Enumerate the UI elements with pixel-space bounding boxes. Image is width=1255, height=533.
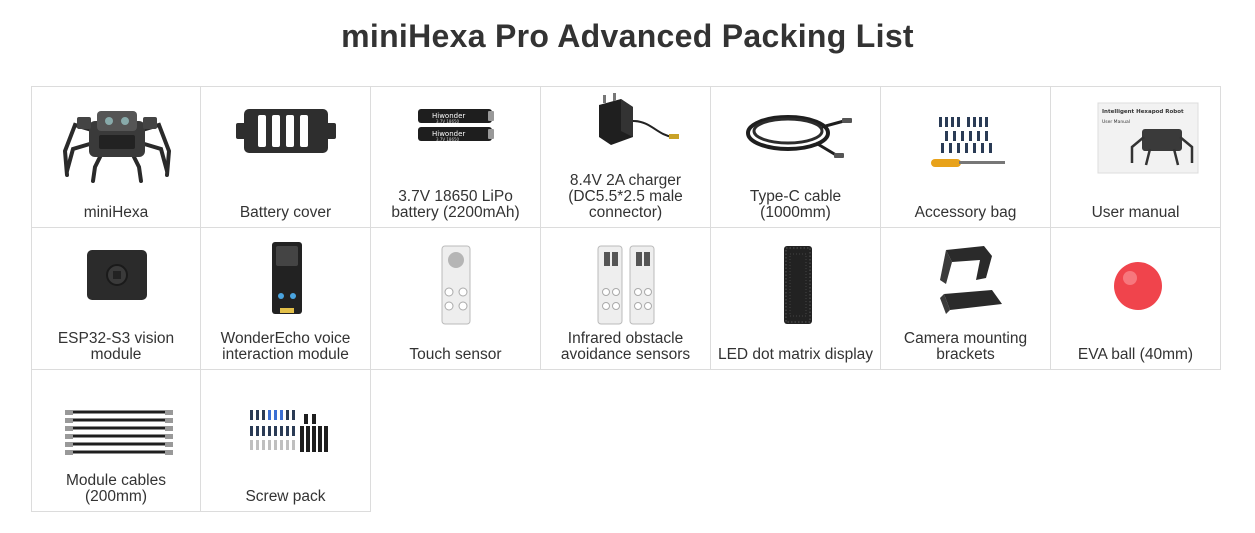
module-cables-icon: [65, 410, 173, 455]
item-label: Accessory bag: [914, 204, 1017, 221]
item-minihexa: miniHexa: [31, 86, 201, 228]
vision-module-icon: [87, 250, 147, 300]
item-touch-sensor: Touch sensor: [371, 228, 541, 370]
user-manual-icon: Intelligent Hexapod Robot User Manual: [1097, 102, 1199, 174]
touch-sensor-icon: [441, 245, 471, 325]
item-label: Camera mounting brackets: [903, 330, 1028, 363]
item-charger: 8.4V 2A charger (DC5.5*2.5 male connecto…: [541, 86, 711, 228]
item-label: WonderEcho voice interaction module: [220, 330, 351, 363]
item-label: miniHexa: [83, 204, 149, 221]
item-screw-pack: Screw pack: [201, 370, 371, 512]
camera-bracket-icon: [940, 246, 1002, 314]
accessory-bag-icon: [931, 117, 1005, 167]
item-battery-cover: Battery cover: [201, 86, 371, 228]
screw-pack-icon: [250, 410, 328, 452]
item-label: Touch sensor: [409, 346, 502, 363]
item-label: 3.7V 18650 LiPo battery (2200mAh): [391, 188, 520, 221]
battery-cover-icon: [236, 109, 336, 153]
infrared-sensor-icon: [597, 245, 655, 325]
item-label: 8.4V 2A charger (DC5.5*2.5 male connecto…: [568, 172, 683, 221]
battery-spec: 3.7V 18650: [436, 119, 460, 124]
voice-module-icon: [272, 242, 302, 314]
packing-list-grid: miniHexa Battery cover Hiwonder Hiwonder…: [31, 86, 1223, 514]
battery-cells-icon: Hiwonder Hiwonder 3.7V 18650 3.7V 18650: [418, 109, 494, 142]
item-label: LED dot matrix display: [717, 346, 874, 363]
item-user-manual: Intelligent Hexapod Robot User Manual Us…: [1051, 86, 1221, 228]
item-type-c-cable: Type-C cable (1000mm): [711, 86, 881, 228]
item-label: EVA ball (40mm): [1077, 346, 1194, 363]
item-infrared-sensors: Infrared obstacle avoidance sensors: [541, 228, 711, 370]
item-module-cables: Module cables (200mm): [31, 370, 201, 512]
manual-cover-subtitle: User Manual: [1102, 119, 1130, 125]
item-esp32-vision: ESP32-S3 vision module: [31, 228, 201, 370]
item-label: Battery cover: [239, 204, 332, 221]
item-label: User manual: [1091, 204, 1180, 221]
type-c-cable-icon: [746, 115, 852, 158]
item-lipo-battery: Hiwonder Hiwonder 3.7V 18650 3.7V 18650 …: [371, 86, 541, 228]
item-label: Infrared obstacle avoidance sensors: [560, 330, 691, 363]
item-camera-brackets: Camera mounting brackets: [881, 228, 1051, 370]
battery-spec: 3.7V 18650: [436, 137, 460, 142]
item-label: ESP32-S3 vision module: [57, 330, 175, 363]
item-label: Type-C cable (1000mm): [749, 188, 842, 221]
manual-cover-title: Intelligent Hexapod Robot: [1102, 109, 1184, 115]
item-accessory-bag: Accessory bag: [881, 86, 1051, 228]
item-label: Screw pack: [245, 488, 326, 505]
eva-ball-icon: [1114, 262, 1162, 310]
item-led-matrix: LED dot matrix display: [711, 228, 881, 370]
page-title: miniHexa Pro Advanced Packing List: [341, 18, 914, 54]
led-matrix-icon: [784, 246, 812, 324]
hexapod-robot-icon: [62, 111, 172, 183]
item-eva-ball: EVA ball (40mm): [1051, 228, 1221, 370]
item-wonderecho: WonderEcho voice interaction module: [201, 228, 371, 370]
item-label: Module cables (200mm): [66, 472, 166, 505]
